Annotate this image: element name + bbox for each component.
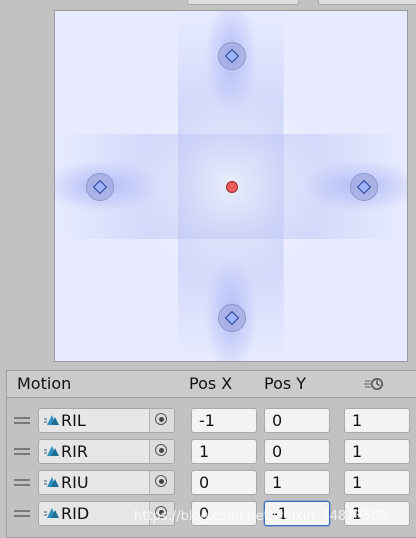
motion-clip-name: RIL — [61, 411, 86, 430]
pos-y-field[interactable]: 0 — [264, 408, 330, 433]
motion-row: RIU 0 1 1 — [7, 468, 416, 499]
motion-clip-field[interactable]: RIR — [38, 439, 175, 464]
top-tab-left — [187, 0, 299, 5]
pos-x-field[interactable]: 1 — [191, 439, 257, 464]
drag-handle-icon[interactable] — [14, 510, 30, 518]
object-picker-icon[interactable] — [149, 471, 174, 494]
blend-node-riu[interactable] — [218, 42, 246, 70]
pos-x-column-header: Pos X — [189, 374, 233, 393]
motion-list-header: Motion Pos X Pos Y — [7, 371, 416, 398]
pos-x-field[interactable]: 0 — [191, 470, 257, 495]
object-picker-icon[interactable] — [149, 409, 174, 432]
blend-node-rir[interactable] — [350, 173, 378, 201]
blend-tree-2d-panel[interactable] — [54, 10, 408, 362]
pos-y-column-header: Pos Y — [264, 374, 307, 393]
speed-icon — [364, 378, 383, 390]
pos-y-field[interactable]: 0 — [264, 439, 330, 464]
motion-column-header: Motion — [17, 374, 72, 393]
top-tab-right — [318, 0, 416, 5]
drag-handle-icon[interactable] — [14, 417, 30, 425]
pos-y-field[interactable]: 1 — [264, 470, 330, 495]
motion-row: RIR 1 0 1 — [7, 437, 416, 468]
speed-field[interactable]: 1 — [344, 439, 410, 464]
motion-clip-name: RID — [61, 504, 90, 523]
speed-field[interactable]: 1 — [344, 408, 410, 433]
pos-x-field[interactable]: 0 — [191, 501, 257, 526]
object-picker-icon[interactable] — [149, 440, 174, 463]
motion-row: RIL -1 0 1 — [7, 406, 416, 437]
motion-row: RID 0 -1 1 — [7, 499, 416, 530]
drag-handle-icon[interactable] — [14, 448, 30, 456]
object-picker-icon[interactable] — [149, 502, 174, 525]
blend-node-rid[interactable] — [218, 304, 246, 332]
motion-clip-field[interactable]: RIL — [38, 408, 175, 433]
animation-clip-icon — [44, 477, 59, 487]
drag-handle-icon[interactable] — [14, 479, 30, 487]
current-parameter-marker[interactable] — [226, 181, 238, 193]
blend-node-ril[interactable] — [86, 173, 114, 201]
motion-list: Motion Pos X Pos Y RIL -1 0 1 RIR 1 0 1 … — [6, 370, 416, 538]
speed-field[interactable]: 1 — [344, 501, 410, 526]
animation-clip-icon — [44, 415, 59, 425]
pos-x-field[interactable]: -1 — [191, 408, 257, 433]
motion-clip-name: RIR — [61, 442, 88, 461]
pos-y-field[interactable]: -1 — [264, 501, 330, 526]
animation-clip-icon — [44, 446, 59, 456]
animation-clip-icon — [44, 508, 59, 518]
motion-clip-field[interactable]: RIU — [38, 470, 175, 495]
motion-clip-field[interactable]: RID — [38, 501, 175, 526]
speed-field[interactable]: 1 — [344, 470, 410, 495]
motion-clip-name: RIU — [61, 473, 89, 492]
